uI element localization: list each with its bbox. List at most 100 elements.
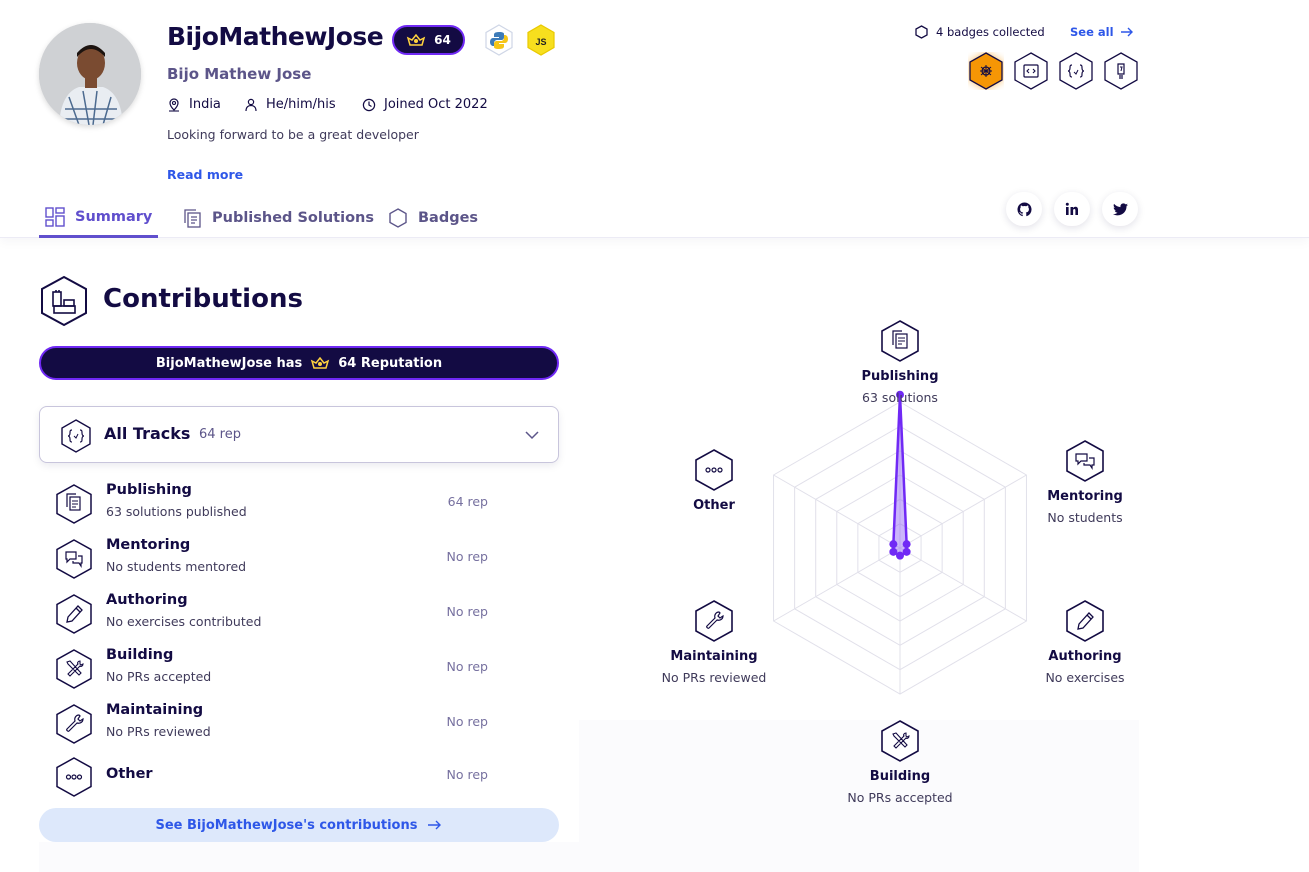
- category-name: Other: [106, 766, 153, 782]
- category-row-other: Other No rep: [55, 755, 495, 799]
- category-rep: No rep: [446, 604, 488, 619]
- see-all-badges-link[interactable]: See all: [1070, 25, 1134, 39]
- tracks-dropdown-label: All Tracks: [104, 424, 191, 443]
- pronouns-text: He/him/his: [266, 97, 336, 112]
- read-more-link[interactable]: Read more: [167, 167, 243, 182]
- see-contributions-label: See BijoMathewJose's contributions: [155, 817, 418, 833]
- category-name: Maintaining: [106, 702, 204, 718]
- footer-background: [39, 842, 1139, 872]
- radar-label-maintaining: Maintaining No PRs reviewed: [634, 649, 794, 685]
- category-rep: No rep: [446, 767, 488, 782]
- lightbulb-badge-icon[interactable]: [1103, 52, 1139, 90]
- radar-label-authoring: Authoring No exercises: [1005, 649, 1165, 685]
- category-row-maintaining: Maintaining No PRs reviewed No rep: [55, 702, 495, 746]
- tools-icon: [56, 649, 92, 689]
- tracks-dropdown-rep: 64 rep: [199, 427, 241, 442]
- person-icon: [245, 98, 257, 111]
- publishing-axis-icon: [881, 320, 919, 362]
- twitter-icon: [1112, 202, 1128, 215]
- github-link[interactable]: [1006, 192, 1042, 226]
- category-rep: No rep: [446, 659, 488, 674]
- radar-label-sub: No PRs accepted: [847, 790, 953, 805]
- reputation-icon: [311, 357, 330, 369]
- linkedin-link[interactable]: [1054, 192, 1090, 226]
- radar-label-name: Building: [869, 769, 931, 784]
- radar-point-maintaining: [889, 547, 898, 556]
- curly-braces-icon: [61, 419, 91, 453]
- category-sub: No exercises contributed: [106, 614, 262, 629]
- reputation-pill[interactable]: 64: [392, 25, 465, 55]
- arrow-right-icon: [428, 820, 442, 830]
- tab-summary-label: Summary: [75, 208, 153, 225]
- radar-label-sub: No students: [1047, 510, 1123, 525]
- radar-label-name: Publishing: [861, 369, 939, 384]
- category-row-mentoring: Mentoring No students mentored No rep: [55, 537, 495, 581]
- radar-label-name: Maintaining: [670, 649, 758, 664]
- profile-name: Bijo Mathew Jose: [167, 65, 312, 83]
- summary-icon: [45, 206, 65, 227]
- category-sub: 63 solutions published: [106, 504, 247, 519]
- wrench-icon: [56, 704, 92, 744]
- tab-published-solutions[interactable]: Published Solutions: [182, 198, 374, 238]
- joined-date: Joined Oct 2022: [362, 97, 488, 112]
- linkedin-icon: [1065, 202, 1078, 215]
- category-sub: No students mentored: [106, 559, 247, 574]
- see-contributions-button[interactable]: See BijoMathewJose's contributions: [39, 808, 559, 842]
- radar-data-area: [892, 394, 908, 558]
- radar-point-mentoring: [902, 540, 911, 549]
- radar-label-name: Authoring: [1048, 649, 1122, 664]
- category-sub: No PRs accepted: [106, 669, 212, 684]
- see-all-label: See all: [1070, 25, 1114, 39]
- twitter-link[interactable]: [1102, 192, 1138, 226]
- curly-braces-badge-icon[interactable]: [1058, 52, 1094, 90]
- hexagon-icon: [389, 208, 407, 228]
- tracks-dropdown[interactable]: All Tracks 64 rep: [39, 406, 559, 463]
- more-dots-icon: [56, 757, 92, 797]
- mentoring-axis-icon: [1066, 440, 1104, 482]
- bug-badge-icon[interactable]: [968, 52, 1004, 90]
- badges-count: 4 badges collected: [936, 25, 1045, 39]
- pencil-icon: [56, 594, 92, 634]
- reputation-icon: [406, 34, 426, 46]
- hexagon-icon: [915, 25, 928, 39]
- arrow-right-icon: [1120, 27, 1133, 37]
- code-badge-icon[interactable]: [1013, 52, 1049, 90]
- tab-badges-label: Badges: [418, 210, 479, 226]
- radar-label-other: Other: [634, 498, 794, 519]
- category-row-building: Building No PRs accepted No rep: [55, 647, 495, 691]
- github-icon: [1016, 201, 1032, 216]
- javascript-icon[interactable]: JS: [526, 24, 556, 56]
- location-text: India: [189, 97, 221, 112]
- joined-text: Joined Oct 2022: [384, 97, 488, 112]
- profile-handle: BijoMathewJose: [167, 22, 384, 51]
- profile-header: BijoMathewJose 64 JS Bijo Mathew Jose In…: [0, 0, 1309, 238]
- category-name: Publishing: [106, 482, 192, 498]
- category-name: Building: [106, 647, 174, 663]
- pronouns: He/him/his: [244, 97, 336, 112]
- clock-icon: [362, 98, 376, 111]
- radar-label-building: Building No PRs accepted: [820, 769, 980, 805]
- authoring-axis-icon: [1066, 600, 1104, 642]
- avatar: [39, 23, 141, 125]
- reputation-banner-prefix: BijoMathewJose has: [155, 355, 303, 371]
- radar-label-sub: No exercises: [1045, 670, 1125, 685]
- tab-summary[interactable]: Summary: [39, 198, 159, 238]
- tab-published-solutions-label: Published Solutions: [212, 210, 374, 226]
- profile-bio: Looking forward to be a great developer: [167, 127, 419, 142]
- mentoring-icon: [56, 539, 92, 579]
- radar-label-sub: 63 solutions: [862, 390, 938, 405]
- category-name: Authoring: [106, 592, 188, 608]
- maintaining-axis-icon: [695, 600, 733, 642]
- tab-badges[interactable]: Badges: [388, 198, 478, 238]
- radar-label-publishing: Publishing 63 solutions: [820, 369, 980, 405]
- category-rep: No rep: [446, 549, 488, 564]
- location: India: [167, 97, 221, 112]
- python-icon[interactable]: [484, 24, 514, 56]
- radar-label-mentoring: Mentoring No students: [1005, 489, 1165, 525]
- publishing-icon: [56, 484, 92, 524]
- radar-label-name: Mentoring: [1047, 489, 1123, 504]
- solutions-icon: [184, 209, 201, 228]
- radar-point-other: [889, 540, 898, 549]
- radar-label-name: Other: [693, 498, 735, 513]
- contributions-icon: [41, 275, 87, 327]
